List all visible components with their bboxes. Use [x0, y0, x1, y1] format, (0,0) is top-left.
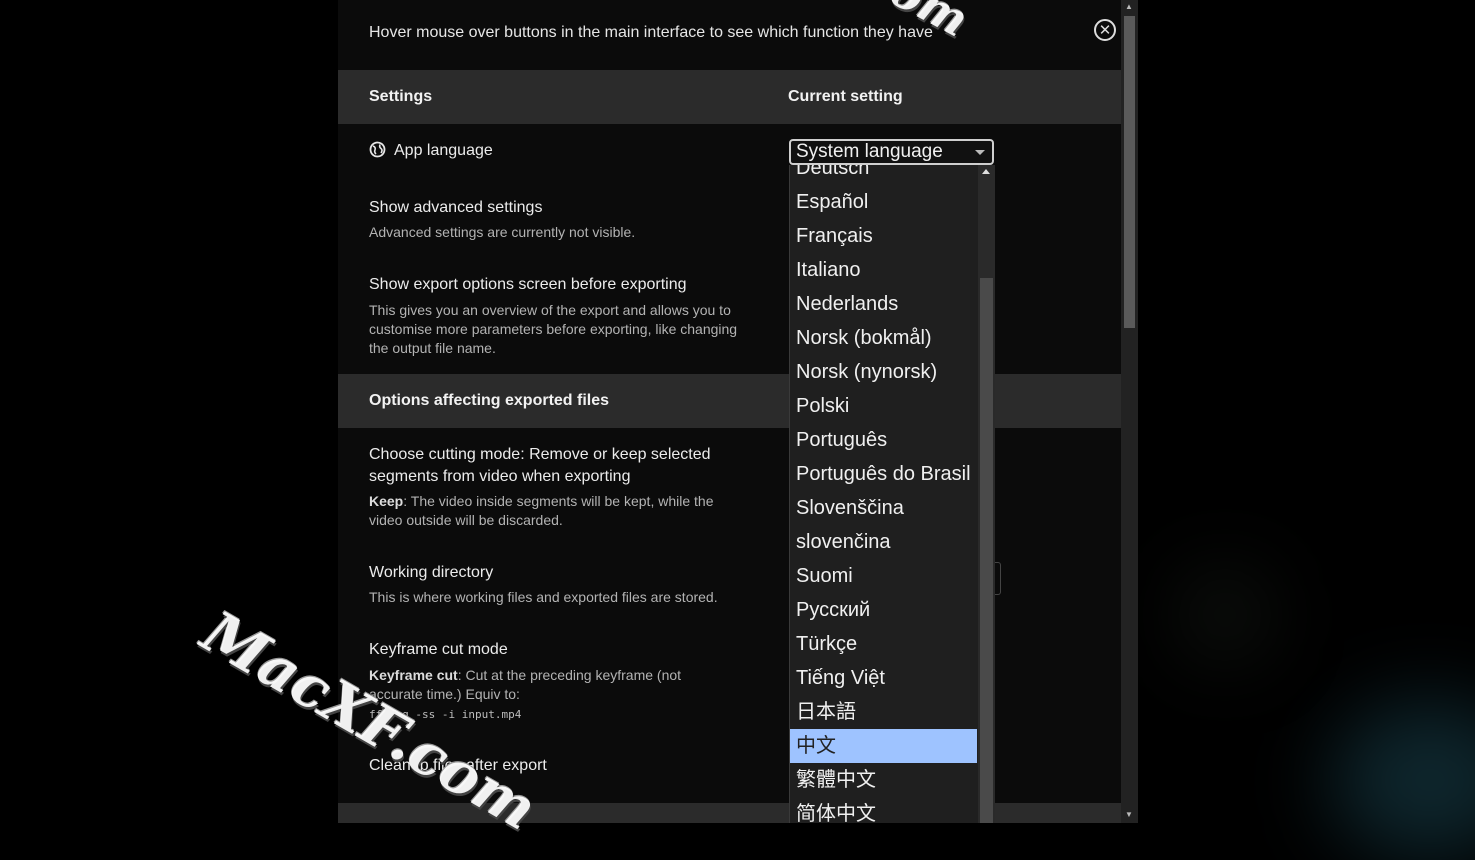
export-screen-title: Show export options screen before export…: [369, 276, 687, 293]
language-option[interactable]: Norsk (bokmål): [790, 321, 977, 355]
language-option[interactable]: Português do Brasil: [790, 457, 977, 491]
language-option[interactable]: Português: [790, 423, 977, 457]
language-option[interactable]: Slovenščina: [790, 491, 977, 525]
next-section-header: [338, 803, 1121, 823]
language-option[interactable]: 中文: [790, 729, 977, 763]
keyframe-cut-code: ffmpeg -ss -i input.mp4: [369, 708, 522, 721]
advanced-settings-desc: Advanced settings are currently not visi…: [369, 224, 636, 240]
app-language-label: App language: [369, 140, 493, 162]
export-screen-desc: This gives you an overview of the export…: [369, 302, 738, 356]
language-option[interactable]: Русский: [790, 593, 977, 627]
cutting-mode-title: Choose cutting mode: Remove or keep sele…: [369, 446, 711, 485]
dropdown-scroll-up-icon[interactable]: [982, 169, 990, 174]
language-option[interactable]: Nederlands: [790, 287, 977, 321]
working-directory-title: Working directory: [369, 564, 494, 581]
language-option[interactable]: 简体中文: [790, 797, 977, 823]
language-option[interactable]: Polski: [790, 389, 977, 423]
language-option[interactable]: Suomi: [790, 559, 977, 593]
language-option[interactable]: Français: [790, 219, 977, 253]
language-option[interactable]: Tiếng Việt: [790, 661, 977, 695]
close-icon: ✕: [1098, 21, 1112, 39]
page-scrollbar[interactable]: ▲ ▼: [1121, 0, 1138, 823]
keyframe-cut-title: Keyframe cut mode: [369, 641, 508, 658]
app-language-selected-value: System language: [796, 141, 943, 162]
globe-icon: [369, 141, 386, 158]
language-option[interactable]: Italiano: [790, 253, 977, 287]
cutting-mode-desc: Keep: The video inside segments will be …: [369, 493, 714, 528]
keyframe-cut-desc: Keyframe cut: Cut at the preceding keyfr…: [369, 667, 682, 721]
cleanup-files-title: Cleanup files after export: [369, 757, 547, 774]
current-setting-column-label: Current setting: [788, 88, 903, 105]
scroll-up-arrow-icon[interactable]: ▲: [1125, 2, 1133, 11]
language-options: Deutsch Español Français Italiano Nederlands…: [790, 165, 977, 823]
language-option[interactable]: slovenčina: [790, 525, 977, 559]
settings-column-label: Settings: [369, 88, 433, 105]
language-option[interactable]: Deutsch: [790, 165, 977, 185]
exported-files-section-header: Options affecting exported files: [338, 374, 1121, 428]
language-option[interactable]: 日本語: [790, 695, 977, 729]
scroll-down-arrow-icon[interactable]: ▼: [1125, 810, 1133, 819]
language-option[interactable]: Español: [790, 185, 977, 219]
language-option[interactable]: Türkçe: [790, 627, 977, 661]
language-option[interactable]: Norsk (nynorsk): [790, 355, 977, 389]
dropdown-scrollbar-thumb[interactable]: [980, 278, 993, 823]
language-dropdown-list: Deutsch Español Français Italiano Nederlands…: [789, 165, 995, 823]
exported-files-section-title: Options affecting exported files: [369, 392, 610, 409]
language-option[interactable]: 繁體中文: [790, 763, 977, 797]
page-scrollbar-thumb[interactable]: [1124, 16, 1135, 328]
app-language-select[interactable]: System language: [789, 139, 994, 165]
hidden-control-edge: [994, 562, 1001, 595]
close-button[interactable]: ✕: [1094, 19, 1116, 41]
working-directory-desc: This is where working files and exported…: [369, 589, 718, 605]
dropdown-scrollbar[interactable]: [978, 165, 995, 823]
settings-panel: Hover mouse over buttons in the main int…: [338, 0, 1121, 823]
hint-text: Hover mouse over buttons in the main int…: [369, 24, 933, 41]
chevron-down-icon: [975, 150, 985, 155]
advanced-settings-title: Show advanced settings: [369, 199, 543, 216]
settings-header: Settings Current setting: [338, 70, 1121, 124]
